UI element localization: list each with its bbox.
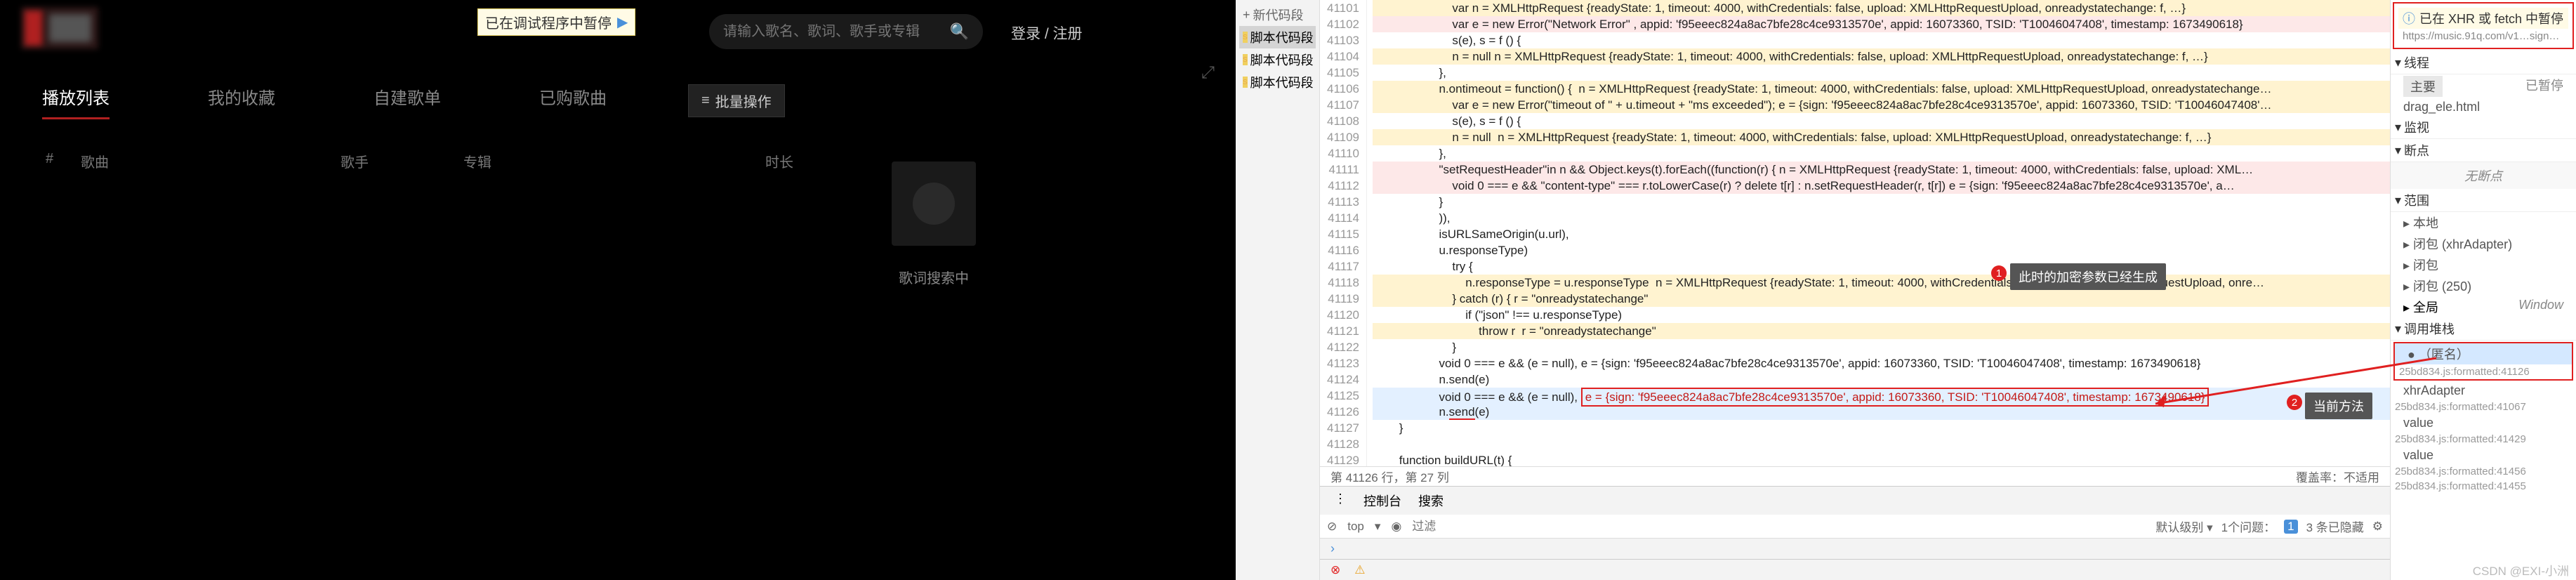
info-icon: ⓘ <box>2403 9 2415 27</box>
scope-closure[interactable]: ▸ 闭包 <box>2391 254 2576 275</box>
scope-closure[interactable]: ▸ 闭包 (xhrAdapter) <box>2391 233 2576 254</box>
thread-main[interactable]: 主要 <box>2403 76 2443 97</box>
callstack-frame[interactable]: xhrAdapter <box>2391 382 2576 400</box>
devtools-panel: + 新代码段 S脚本代码段 S脚本代码段 S脚本代码段 411014110241… <box>1236 0 2576 580</box>
devtools-bottom-status: ⊗ ⚠ <box>1320 559 2390 580</box>
editor-status-line: 第 41126 行，第 27 列 覆盖率：不适用 <box>1320 466 2390 486</box>
callstack-frame-loc: 25bd834.js:formatted:41455 <box>2391 479 2576 494</box>
callstack-frame-current[interactable]: ● （匿名） <box>2395 343 2572 364</box>
console-prompt[interactable]: › <box>1320 539 2390 559</box>
snippets-file-tree: + 新代码段 S脚本代码段 S脚本代码段 S脚本代码段 <box>1236 0 1320 580</box>
new-snippet-header[interactable]: + 新代码段 <box>1239 4 1316 26</box>
code-area: 4110141102411034110441105411064110741108… <box>1320 0 2390 580</box>
song-list-header: # 歌曲 歌手 专辑 时长 <box>46 151 835 171</box>
debug-pause-badge: 已在调试程序中暂停 ▶ <box>477 8 635 36</box>
app-logo-blurred <box>21 7 98 49</box>
tab-search[interactable]: 搜索 <box>1411 489 1451 512</box>
console-filter-bar: ⊘ top▾ ◉ 默认级别 ▾ 1个问题： 1 3 条已隐藏 ⚙ <box>1320 515 2390 539</box>
section-scope[interactable]: ▾ 范围 <box>2391 189 2576 212</box>
music-app-panel: 已在调试程序中暂停 ▶ 🔍 登录 / 注册 ⤢ 播放列表 我的收藏 自建歌单 已… <box>0 0 1236 580</box>
col-artist: 歌手 <box>341 151 463 171</box>
pause-badge-text: 已在调试程序中暂停 <box>485 12 612 32</box>
annotation-tooltip-2: 当前方法 <box>2305 393 2372 419</box>
line-gutter: 4110141102411034110441105411064110741108… <box>1320 0 1367 466</box>
debugger-sidebar: ⓘ已在 XHR 或 fetch 中暂停 https://music.91q.co… <box>2390 0 2576 580</box>
js-icon: S <box>1243 54 1248 65</box>
expand-icon[interactable]: ⤢ <box>1201 63 1215 83</box>
callstack-frame-loc: 25bd834.js:formatted:41429 <box>2391 432 2576 447</box>
paused-url: https://music.91q.com/v1…sign=f95eeec824… <box>2398 29 2568 44</box>
code-content[interactable]: var n = XMLHttpRequest {readyState: 1, t… <box>1367 0 2390 466</box>
issue-count-badge[interactable]: 1 <box>2284 520 2297 534</box>
section-watch[interactable]: ▾ 监视 <box>2391 116 2576 139</box>
list-icon: ≡ <box>701 93 710 109</box>
batch-action-button[interactable]: ≡ 批量操作 <box>688 84 785 117</box>
scope-local[interactable]: ▸ 本地 <box>2391 212 2576 233</box>
play-icon[interactable]: ▶ <box>617 13 628 31</box>
callstack-frame[interactable]: value <box>2391 414 2576 432</box>
scope-window: Window <box>2518 298 2563 316</box>
callstack-current-frame-box: ● （匿名） 25bd834.js:formatted:41126 <box>2393 342 2573 381</box>
annotation-tooltip-1: 此时的加密参数已经生成 <box>2010 263 2166 290</box>
snippet-item[interactable]: S脚本代码段 <box>1239 48 1316 71</box>
tab-custom-list[interactable]: 自建歌单 <box>374 84 441 119</box>
search-icon[interactable]: 🔍 <box>950 22 969 41</box>
section-threads[interactable]: ▾ 线程 <box>2391 51 2576 74</box>
annotation-badge-1: 1 <box>1991 265 2007 281</box>
search-input[interactable] <box>723 24 950 40</box>
snippet-item[interactable]: S脚本代码段 <box>1239 26 1316 48</box>
error-icon[interactable]: ⊗ <box>1330 563 1340 577</box>
js-icon: S <box>1243 77 1248 88</box>
tab-favorites[interactable]: 我的收藏 <box>208 84 275 119</box>
tab-console[interactable]: 控制台 <box>1356 489 1408 512</box>
code-scroll[interactable]: 4110141102411034110441105411064110741108… <box>1320 0 2390 466</box>
avatar-placeholder <box>892 162 976 246</box>
col-album: 专辑 <box>463 151 765 171</box>
scope-closure[interactable]: ▸ 闭包 (250) <box>2391 275 2576 296</box>
lyric-area: 歌词搜索中 <box>793 162 1074 287</box>
col-index: # <box>46 151 81 171</box>
callstack-frame-loc: 25bd834.js:formatted:41067 <box>2391 400 2576 414</box>
thread-paused-tag: 已暂停 <box>2525 76 2563 97</box>
settings-icon[interactable]: ⋮ <box>1327 489 1354 512</box>
clear-icon[interactable]: ⊘ <box>1327 520 1337 534</box>
cursor-position: 第 41126 行，第 27 列 <box>1330 468 1449 485</box>
gear-icon[interactable]: ⚙ <box>2372 520 2383 534</box>
playlist-tabs: 播放列表 我的收藏 自建歌单 已购歌曲 <box>42 84 607 119</box>
console-filter-input[interactable] <box>1412 520 1468 534</box>
issues-label: 1个问题： <box>2221 518 2276 535</box>
paused-info-box: ⓘ已在 XHR 或 fetch 中暂停 https://music.91q.co… <box>2393 2 2574 49</box>
no-breakpoints-msg: 无断点 <box>2391 162 2576 189</box>
snippet-item[interactable]: S脚本代码段 <box>1239 71 1316 93</box>
eye-icon[interactable]: ◉ <box>1391 520 1401 534</box>
tab-purchased[interactable]: 已购歌曲 <box>539 84 607 119</box>
section-callstack[interactable]: ▾ 调用堆栈 <box>2391 317 2576 341</box>
callstack-frame-loc: 25bd834.js:formatted:41126 <box>2395 364 2572 379</box>
section-breakpoints[interactable]: ▾ 断点 <box>2391 139 2576 162</box>
console-tabs: ⋮ 控制台 搜索 <box>1320 487 2390 515</box>
log-level-select[interactable]: 默认级别 ▾ <box>2155 518 2212 535</box>
callstack-frame-loc: 25bd834.js:formatted:41456 <box>2391 464 2576 479</box>
lyric-searching-text: 歌词搜索中 <box>793 267 1074 287</box>
thread-file[interactable]: drag_ele.html <box>2391 98 2576 116</box>
warning-icon[interactable]: ⚠ <box>1354 563 1365 577</box>
js-icon: S <box>1243 32 1248 43</box>
tab-playlist[interactable]: 播放列表 <box>42 84 110 119</box>
coverage-status: 覆盖率：不适用 <box>2296 468 2379 485</box>
hidden-count[interactable]: 3 条已隐藏 <box>2306 518 2364 535</box>
console-drawer: ⋮ 控制台 搜索 ⊘ top▾ ◉ 默认级别 ▾ 1个问题： 1 3 条已隐藏 … <box>1320 486 2390 559</box>
annotation-badge-2: 2 <box>2287 395 2302 410</box>
search-box[interactable]: 🔍 <box>709 14 983 49</box>
callstack-frame[interactable]: value <box>2391 447 2576 464</box>
context-top[interactable]: top <box>1347 520 1364 534</box>
scope-global[interactable]: ▸ 全局 <box>2403 298 2438 316</box>
watermark: CSDN @EXI-小洲 <box>2473 561 2569 579</box>
col-song: 歌曲 <box>81 151 341 171</box>
login-register-link[interactable]: 登录 / 注册 <box>1011 22 1083 44</box>
